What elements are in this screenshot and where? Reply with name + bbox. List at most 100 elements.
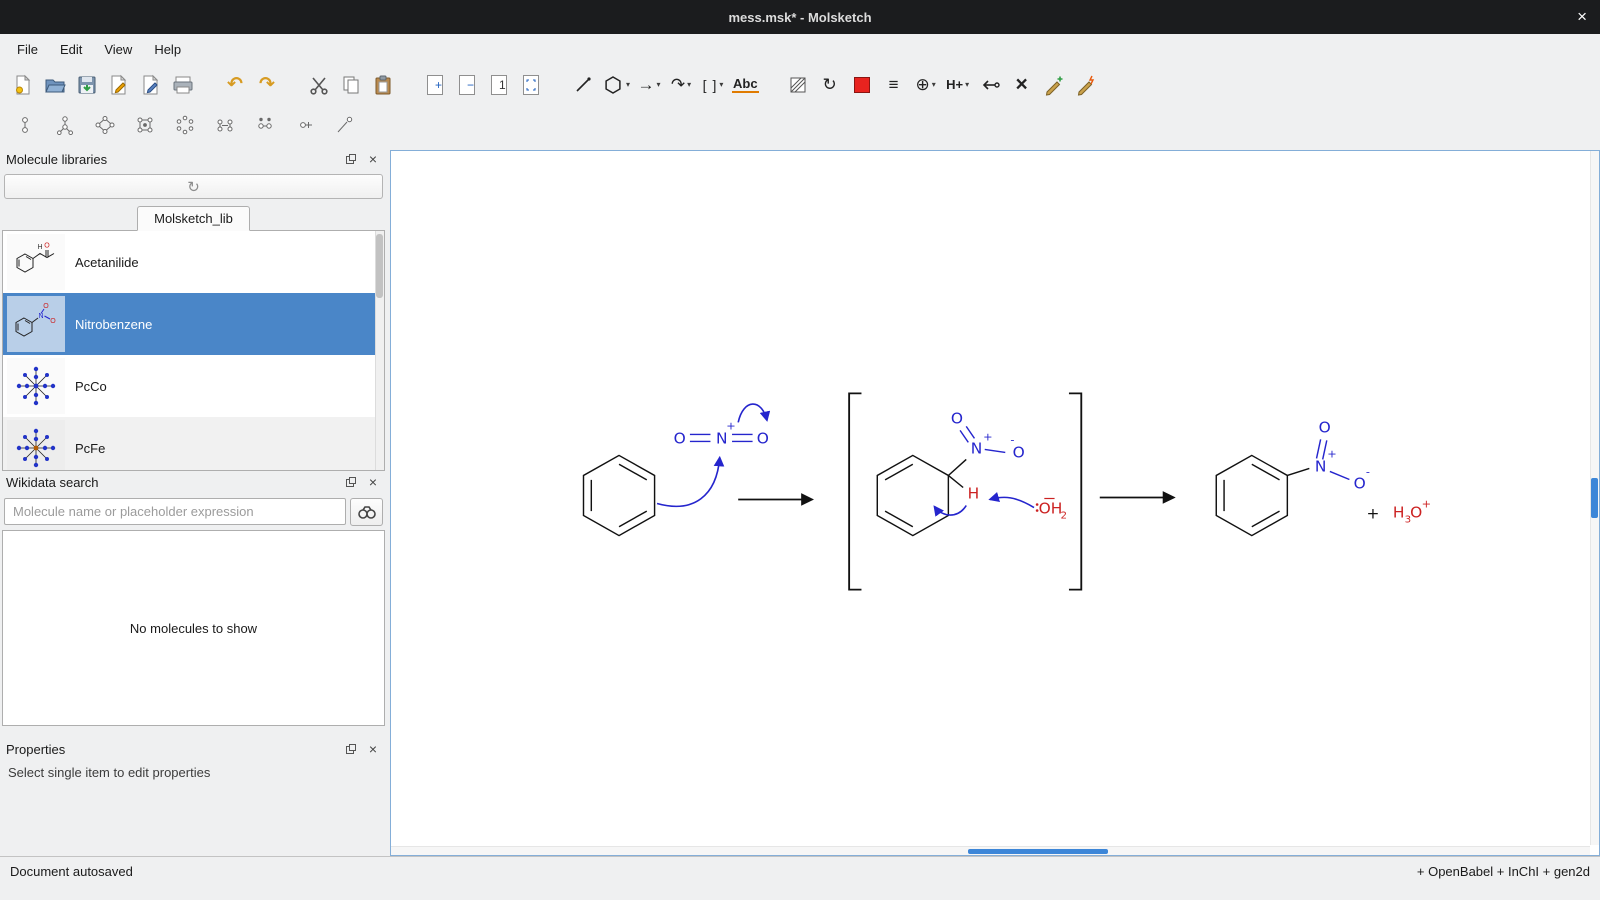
library-scrollbar-thumb[interactable] — [376, 234, 383, 298]
library-item-acetanilide[interactable]: H O Acetanilide — [3, 231, 384, 293]
library-tabbar: Molsketch_lib — [2, 206, 385, 231]
library-scrollbar[interactable] — [375, 231, 384, 470]
vertical-scrollbar-thumb[interactable] — [1591, 478, 1598, 518]
arrow-icon: → — [638, 76, 655, 93]
molecule-template-9[interactable] — [332, 110, 358, 140]
zoom-original-button[interactable]: 1 — [486, 70, 512, 100]
line-width-button[interactable]: ≡ — [881, 70, 907, 100]
save-document-button[interactable] — [74, 70, 100, 100]
edit-document-button[interactable] — [138, 70, 164, 100]
mechanism-arrow-h-to-ring[interactable] — [934, 506, 966, 516]
delete-tool[interactable]: × — [1009, 70, 1035, 100]
template-icon — [253, 114, 277, 136]
zoom-in-button[interactable]: + — [422, 70, 448, 100]
main-content: Molecule libraries × ↻ Molsketch_lib — [0, 145, 1600, 856]
atom-label-o: O — [1354, 475, 1366, 493]
mechanism-arrow-tool[interactable]: ↷ ▾ — [668, 70, 694, 100]
properties-close-button[interactable]: × — [365, 741, 381, 757]
properties-float-button[interactable] — [343, 741, 359, 757]
horizontal-scrollbar-thumb[interactable] — [968, 849, 1108, 854]
cut-button[interactable] — [306, 70, 332, 100]
chevron-down-icon: ▾ — [719, 80, 723, 89]
refresh-libraries-button[interactable]: ↻ — [4, 174, 383, 199]
molecule-template-2[interactable] — [52, 110, 78, 140]
paste-button[interactable] — [370, 70, 396, 100]
acetanilide-structure: H O — [11, 238, 61, 286]
nitronium-ion[interactable]: O N + O — [674, 420, 769, 448]
library-item-pcco[interactable]: PcCo — [3, 355, 384, 417]
new-document-button[interactable] — [10, 70, 36, 100]
zoom-out-button[interactable]: − — [454, 70, 480, 100]
molecule-template-7[interactable] — [252, 110, 278, 140]
zoom-fit-button[interactable] — [518, 70, 544, 100]
molecule-library-list: H O Acetanilide — [2, 231, 385, 471]
reaction-arrow-tool[interactable]: → ▾ — [636, 70, 662, 100]
charge-tool[interactable]: ⊕ ▾ — [913, 70, 939, 100]
open-document-button[interactable] — [42, 70, 68, 100]
dock-splitter[interactable] — [2, 726, 385, 738]
menu-file[interactable]: File — [6, 37, 49, 62]
color-swatch-icon — [854, 77, 870, 93]
undo-button[interactable]: ↶ — [222, 70, 248, 100]
intermediate-arenium[interactable]: N + O O - H — [877, 410, 1024, 536]
intermediate-brackets[interactable] — [849, 393, 1081, 589]
library-item-nitrobenzene[interactable]: N O O Nitrobenzene — [3, 293, 384, 355]
molecule-template-1[interactable] — [12, 110, 38, 140]
titlebar[interactable]: mess.msk* - Molsketch × — [0, 0, 1600, 34]
water-molecule[interactable]: OH 2 — [1036, 498, 1067, 521]
pen-add-tool[interactable] — [1041, 70, 1067, 100]
canvas-vertical-scrollbar[interactable] — [1590, 151, 1599, 845]
wikidata-search-button[interactable] — [350, 498, 383, 526]
hatch-icon — [787, 74, 809, 96]
save-icon — [76, 74, 98, 96]
reaction-scheme[interactable]: O N + O — [391, 151, 1599, 855]
libraries-float-button[interactable] — [343, 151, 359, 167]
product-nitrobenzene[interactable]: N + O O - — [1216, 419, 1370, 536]
molecule-template-5[interactable] — [172, 110, 198, 140]
molecule-template-8[interactable] — [292, 110, 318, 140]
pen-modify-tool[interactable] — [1073, 70, 1099, 100]
main-toolbar: ↶ ↷ + − 1 ▾ → — [0, 64, 1600, 105]
hydronium-ion[interactable]: H 3 O + — [1393, 498, 1431, 526]
molecule-name: Acetanilide — [75, 255, 139, 270]
molecule-template-3[interactable] — [92, 110, 118, 140]
mechanism-arrow-pi-shift[interactable] — [738, 404, 767, 422]
rotate-tool[interactable]: ↻ — [817, 70, 843, 100]
menu-view[interactable]: View — [93, 37, 143, 62]
mechanism-arrow-ring-to-nitronium[interactable] — [657, 457, 720, 506]
canvas-horizontal-scrollbar[interactable] — [391, 846, 1590, 855]
bracket-tool[interactable]: [ ] ▾ — [700, 70, 726, 100]
print-button[interactable] — [170, 70, 196, 100]
wikidata-float-button[interactable] — [343, 474, 359, 490]
page-pencil-icon — [108, 74, 130, 96]
libraries-close-button[interactable]: × — [365, 151, 381, 167]
template-icon — [293, 114, 317, 136]
molecule-template-6[interactable] — [212, 110, 238, 140]
draw-bond-tool[interactable] — [570, 70, 596, 100]
hatch-pattern-tool[interactable] — [785, 70, 811, 100]
reactant-benzene[interactable] — [583, 455, 654, 535]
ring-tool[interactable]: ▾ — [602, 70, 630, 100]
color-swatch-button[interactable] — [849, 70, 875, 100]
zoom-in-icon: + — [425, 74, 445, 96]
text-tool[interactable]: Abc — [732, 70, 759, 100]
export-document-button[interactable] — [106, 70, 132, 100]
window-close-button[interactable]: × — [1577, 7, 1587, 27]
hydrogen-add-tool[interactable]: H+ ▾ — [945, 70, 971, 100]
svg-text:O: O — [50, 318, 56, 325]
properties-panel-header: Properties × — [2, 738, 385, 760]
menu-edit[interactable]: Edit — [49, 37, 93, 62]
drawing-canvas-area[interactable]: O N + O — [390, 150, 1600, 856]
menu-help[interactable]: Help — [143, 37, 192, 62]
mechanism-arrow-water-to-h[interactable] — [990, 497, 1034, 507]
pen-bolt-icon — [1075, 74, 1097, 96]
library-item-pcfe[interactable]: PcFe — [3, 417, 384, 471]
wikidata-search-input[interactable] — [4, 498, 346, 525]
hydrogen-remove-tool[interactable] — [977, 70, 1003, 100]
zoom-original-icon: 1 — [489, 74, 509, 96]
copy-button[interactable] — [338, 70, 364, 100]
redo-button[interactable]: ↷ — [254, 70, 280, 100]
molecule-template-4[interactable] — [132, 110, 158, 140]
tab-molsketch-lib[interactable]: Molsketch_lib — [137, 206, 250, 231]
wikidata-close-button[interactable]: × — [365, 474, 381, 490]
